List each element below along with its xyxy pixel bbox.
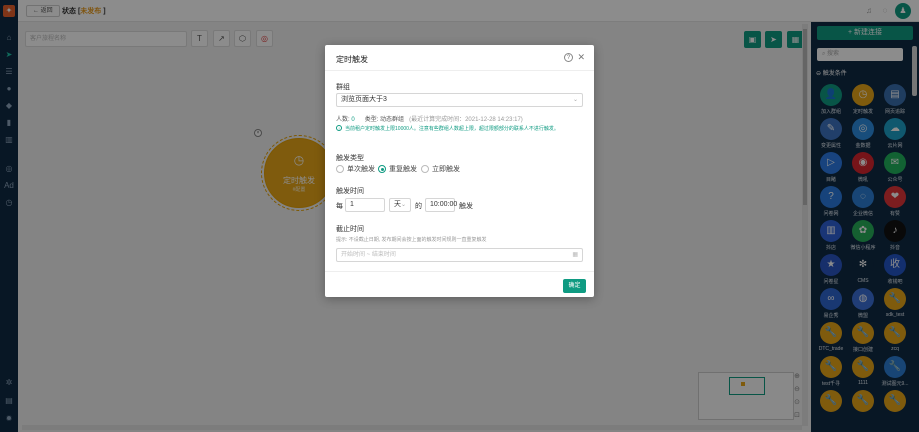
limit-tip: ! 当前租户定时触发上限10000人。注意有些群组人数超上限，超过限额部分的联系… bbox=[336, 125, 584, 133]
interval-input[interactable]: 1 bbox=[345, 198, 385, 212]
end-time-label: 截止时间 bbox=[336, 226, 364, 233]
group-meta: 人数: 0 类型: 动态群组 (最近计算完成时间：2021-12-28 14:2… bbox=[336, 117, 523, 123]
trigger-word: 触发 bbox=[459, 203, 473, 210]
group-label: 群组 bbox=[336, 84, 350, 91]
chevron-down-icon: ⌄ bbox=[400, 202, 406, 208]
timed-trigger-dialog: 定时触发 ? ✕ 群组 浏览页面大于3 ⌄ 人数: 0 类型: 动态群组 (最近… bbox=[325, 45, 594, 297]
group-select[interactable]: 浏览页面大于3 ⌄ bbox=[336, 93, 583, 107]
of-text: 的 bbox=[415, 203, 422, 210]
trigger-type-label: 触发类型 bbox=[336, 155, 364, 162]
info-icon: ! bbox=[336, 125, 342, 131]
end-time-hint: 提示: 不设截止日期, 发布期间会按上面的触发时间规则一直重复触发 bbox=[336, 237, 487, 243]
help-icon[interactable]: ? bbox=[564, 53, 573, 62]
confirm-button[interactable]: 确定 bbox=[563, 279, 586, 293]
close-icon[interactable]: ✕ bbox=[577, 52, 585, 63]
trigger-time-label: 触发时间 bbox=[336, 188, 364, 195]
time-input[interactable]: 10:00:00 bbox=[425, 198, 457, 212]
unit-select[interactable]: 天 ⌄ bbox=[389, 198, 411, 212]
dialog-title: 定时触发 bbox=[336, 55, 368, 64]
dialog-header: 定时触发 ? ✕ bbox=[325, 45, 594, 71]
calendar-icon: ▦ bbox=[572, 252, 578, 258]
dialog-footer: 确定 bbox=[325, 271, 594, 297]
date-range-picker[interactable]: 开始时间 ~ 结束时间 ▦ bbox=[336, 248, 583, 262]
radio-immediate-trigger[interactable]: 立即触发 bbox=[421, 165, 460, 175]
every-text: 每 bbox=[336, 203, 343, 210]
chevron-down-icon: ⌄ bbox=[572, 97, 578, 103]
radio-single-trigger[interactable]: 单次触发 bbox=[336, 165, 375, 175]
radio-repeat-trigger[interactable]: 重复触发 bbox=[378, 165, 417, 175]
